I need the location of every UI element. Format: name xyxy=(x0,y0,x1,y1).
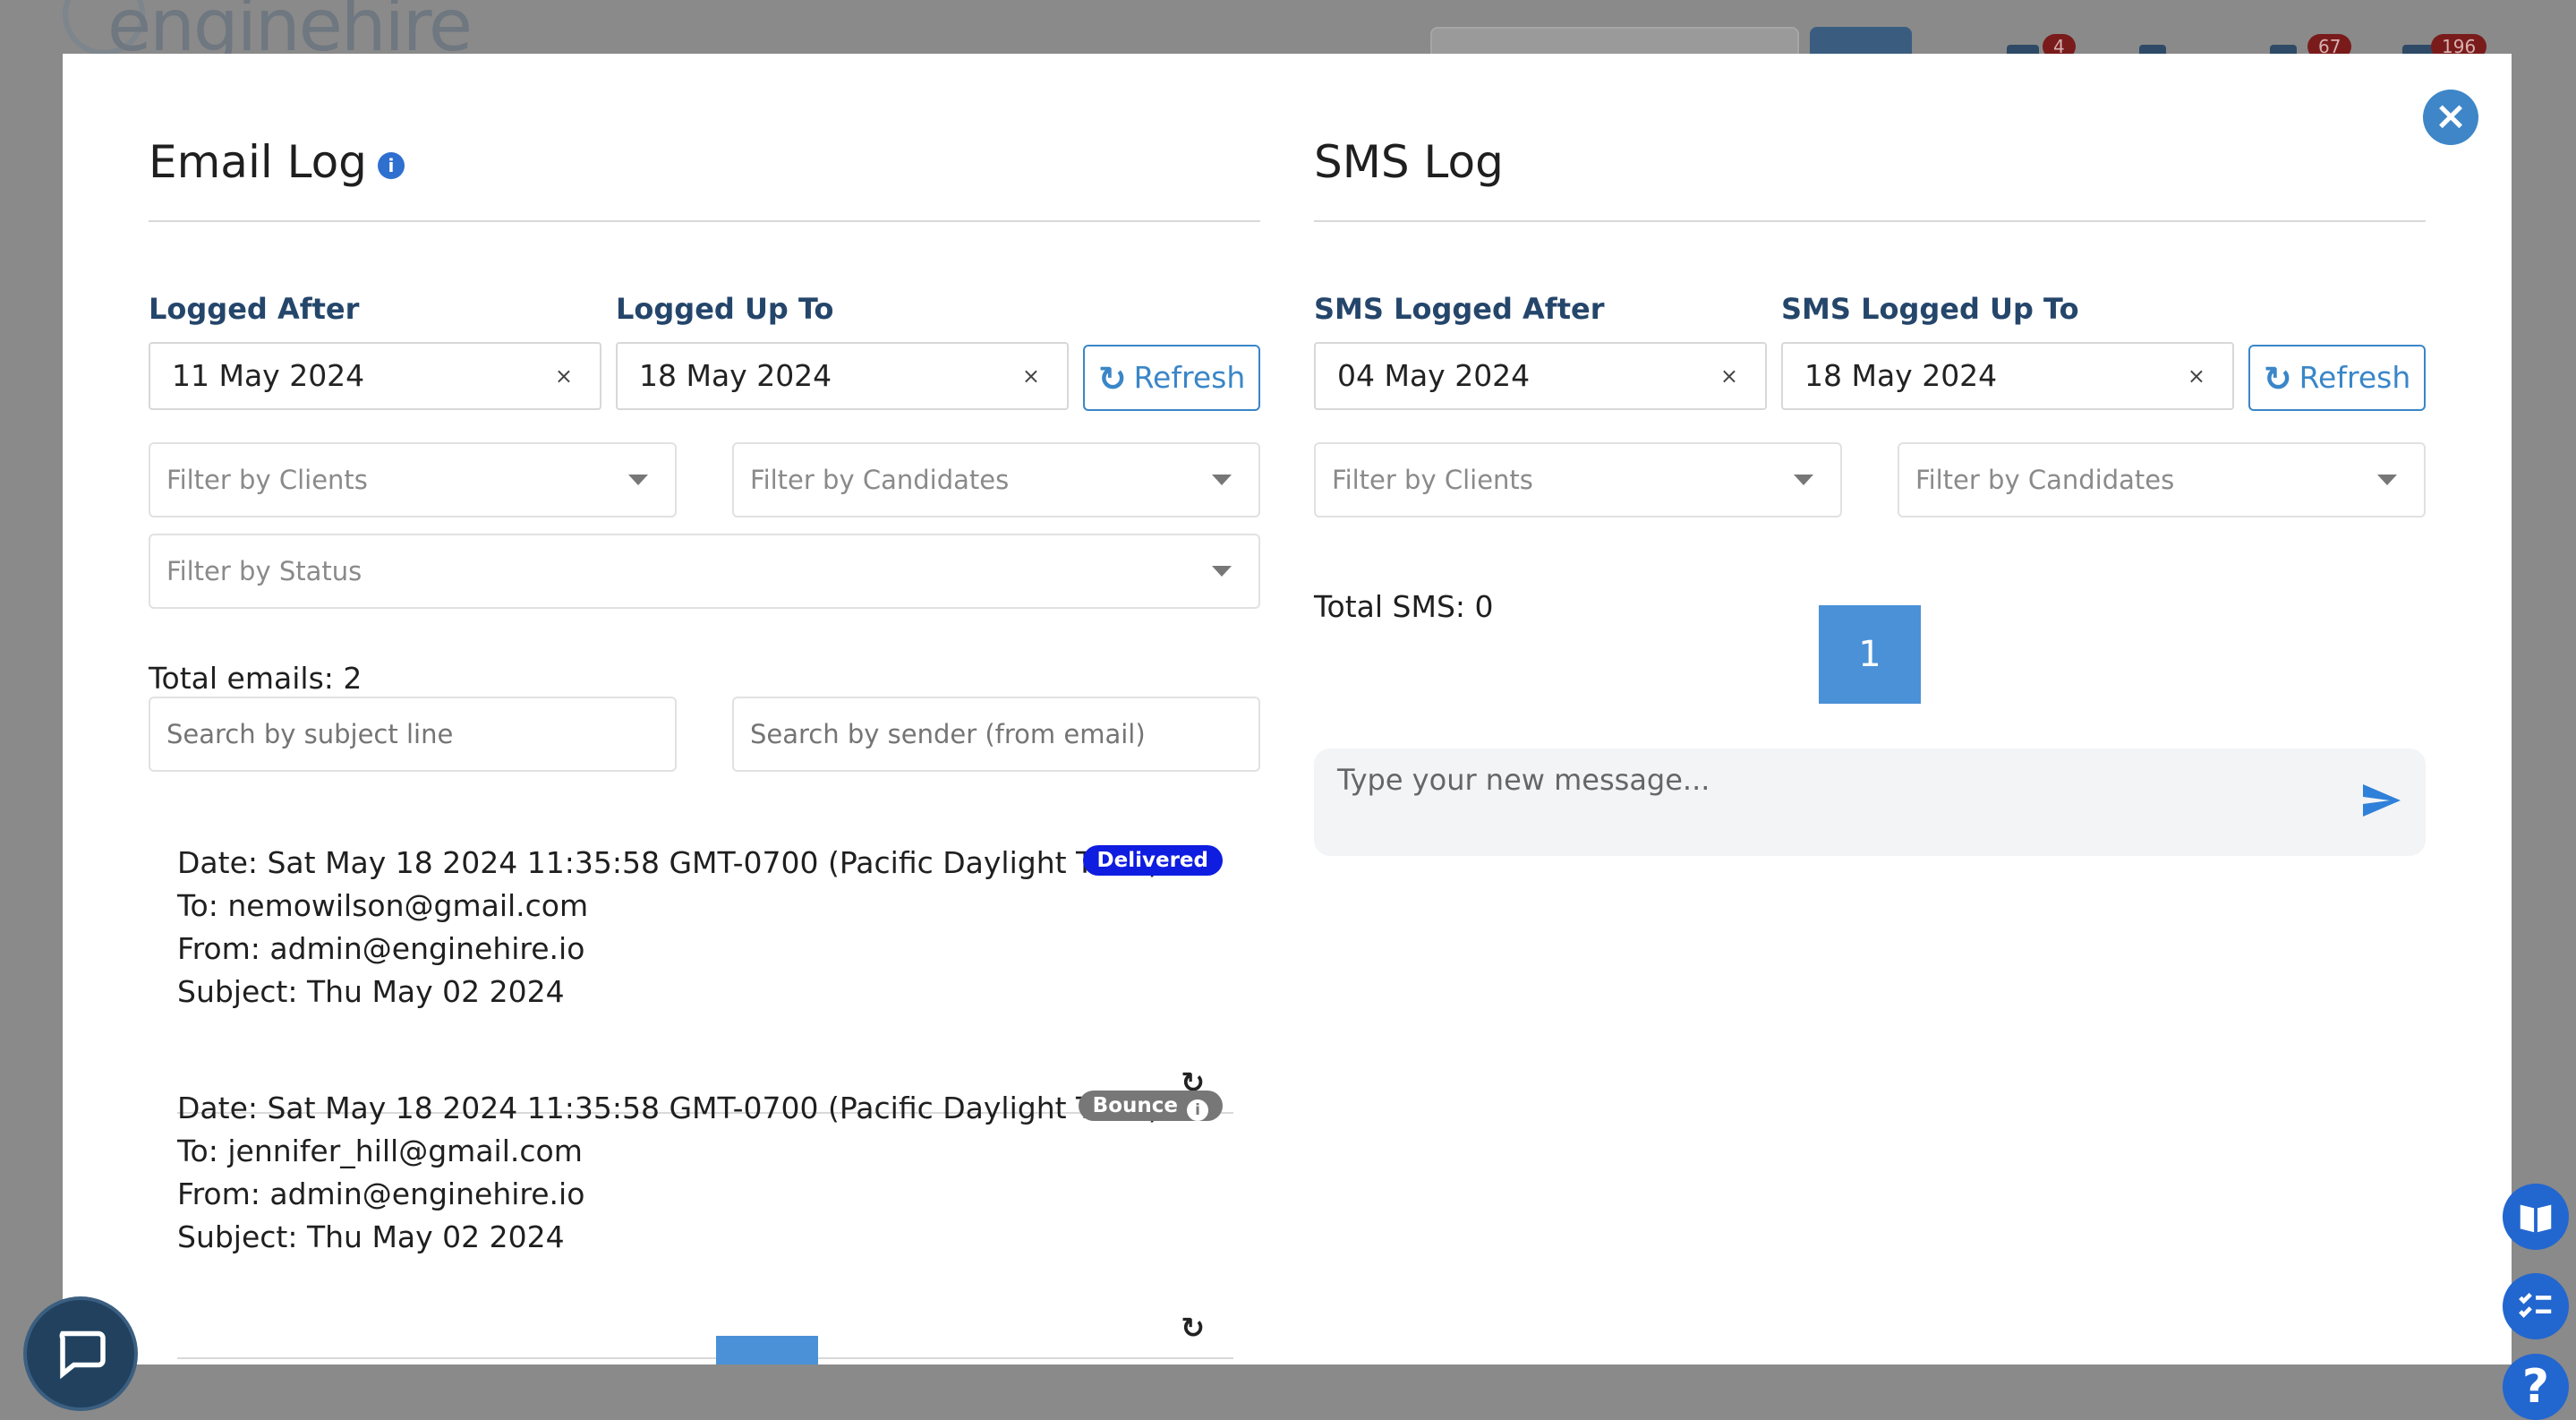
book-icon xyxy=(2520,1204,2552,1233)
search-sender-input[interactable] xyxy=(732,697,1260,772)
total-sms-count: Total SMS: 0 xyxy=(1314,589,1494,624)
log-modal: × Email Log i Logged After Logged Up To 1… xyxy=(63,54,2512,1364)
email-refresh-button[interactable]: ↻ Refresh xyxy=(1083,345,1260,411)
new-message-box xyxy=(1314,748,2426,856)
email-pagination-button[interactable] xyxy=(716,1336,818,1364)
item-divider xyxy=(177,1357,1233,1359)
close-modal-button[interactable]: × xyxy=(2423,90,2478,145)
search-subject-input[interactable] xyxy=(149,697,677,772)
email-from: From: admin@enginehire.io xyxy=(177,1176,585,1211)
sms-logged-after-label: SMS Logged After xyxy=(1314,292,1605,326)
clear-date-icon[interactable]: × xyxy=(1022,344,1040,408)
logged-up-to-label: Logged Up To xyxy=(616,292,834,326)
filter-clients-select[interactable]: Filter by Clients xyxy=(149,442,677,518)
email-log-item: Date: Sat May 18 2024 11:35:58 GMT-0700 … xyxy=(177,842,1233,1114)
sms-logged-after-date-input[interactable]: 04 May 2024 × xyxy=(1314,342,1767,410)
sms-filter-candidates-select[interactable]: Filter by Candidates xyxy=(1898,442,2426,518)
email-log-title: Email Log i xyxy=(149,136,405,188)
sms-refresh-button[interactable]: ↻ Refresh xyxy=(2248,345,2426,411)
email-date: Date: Sat May 18 2024 11:35:58 GMT-0700 … xyxy=(177,1091,1160,1125)
filter-candidates-select[interactable]: Filter by Candidates xyxy=(732,442,1260,518)
question-icon: ? xyxy=(2521,1360,2550,1414)
chevron-down-icon xyxy=(628,475,648,485)
checklist-icon xyxy=(2519,1292,2552,1318)
chevron-down-icon xyxy=(1794,475,1813,485)
logged-after-date-input[interactable]: 11 May 2024 × xyxy=(149,342,601,410)
chat-icon xyxy=(59,1330,106,1380)
email-to: To: nemowilson@gmail.com xyxy=(177,888,589,923)
chevron-down-icon xyxy=(1212,475,1232,485)
status-badge[interactable]: Bounce i xyxy=(1078,1091,1223,1121)
refresh-icon: ↻ xyxy=(2263,359,2292,398)
logged-up-to-date-input[interactable]: 18 May 2024 × xyxy=(616,342,1069,410)
clear-date-icon[interactable]: × xyxy=(2188,344,2205,408)
email-subject: Subject: Thu May 02 2024 xyxy=(177,1219,565,1254)
sms-filter-clients-select[interactable]: Filter by Clients xyxy=(1314,442,1842,518)
help-button[interactable]: ? xyxy=(2503,1354,2569,1420)
refresh-status-icon[interactable]: ↻ xyxy=(1181,1311,1205,1345)
new-message-input[interactable] xyxy=(1335,761,2315,845)
title-divider xyxy=(1314,220,2426,222)
email-from: From: admin@enginehire.io xyxy=(177,931,585,966)
email-date: Date: Sat May 18 2024 11:35:58 GMT-0700 … xyxy=(177,845,1160,880)
help-docs-button[interactable] xyxy=(2503,1184,2569,1250)
sms-page-button[interactable]: 1 xyxy=(1819,605,1921,704)
logged-after-label: Logged After xyxy=(149,292,360,326)
clear-date-icon[interactable]: × xyxy=(1720,344,1738,408)
chevron-down-icon xyxy=(2377,475,2397,485)
send-icon[interactable] xyxy=(2359,779,2402,822)
total-emails-count: Total emails: 2 xyxy=(149,661,363,696)
refresh-icon: ↻ xyxy=(1097,359,1127,398)
title-divider xyxy=(149,220,1260,222)
info-circle-icon: i xyxy=(1187,1099,1208,1121)
info-circle-icon[interactable]: i xyxy=(377,151,405,179)
chat-widget-button[interactable] xyxy=(27,1300,134,1407)
background-header: enginehire 4 67 196 xyxy=(0,0,2576,84)
checklist-button[interactable] xyxy=(2503,1273,2569,1339)
chevron-down-icon xyxy=(1212,566,1232,577)
status-badge: Delivered xyxy=(1082,845,1223,876)
sms-log-title: SMS Log xyxy=(1314,136,1504,188)
filter-status-select[interactable]: Filter by Status xyxy=(149,534,1260,609)
sms-logged-up-to-date-input[interactable]: 18 May 2024 × xyxy=(1781,342,2234,410)
email-to: To: jennifer_hill@gmail.com xyxy=(177,1133,583,1168)
sms-logged-up-to-label: SMS Logged Up To xyxy=(1781,292,2079,326)
email-log-item: Date: Sat May 18 2024 11:35:58 GMT-0700 … xyxy=(177,1087,1233,1359)
email-subject: Subject: Thu May 02 2024 xyxy=(177,974,565,1009)
close-icon: × xyxy=(2434,93,2468,139)
clear-date-icon[interactable]: × xyxy=(555,344,573,408)
